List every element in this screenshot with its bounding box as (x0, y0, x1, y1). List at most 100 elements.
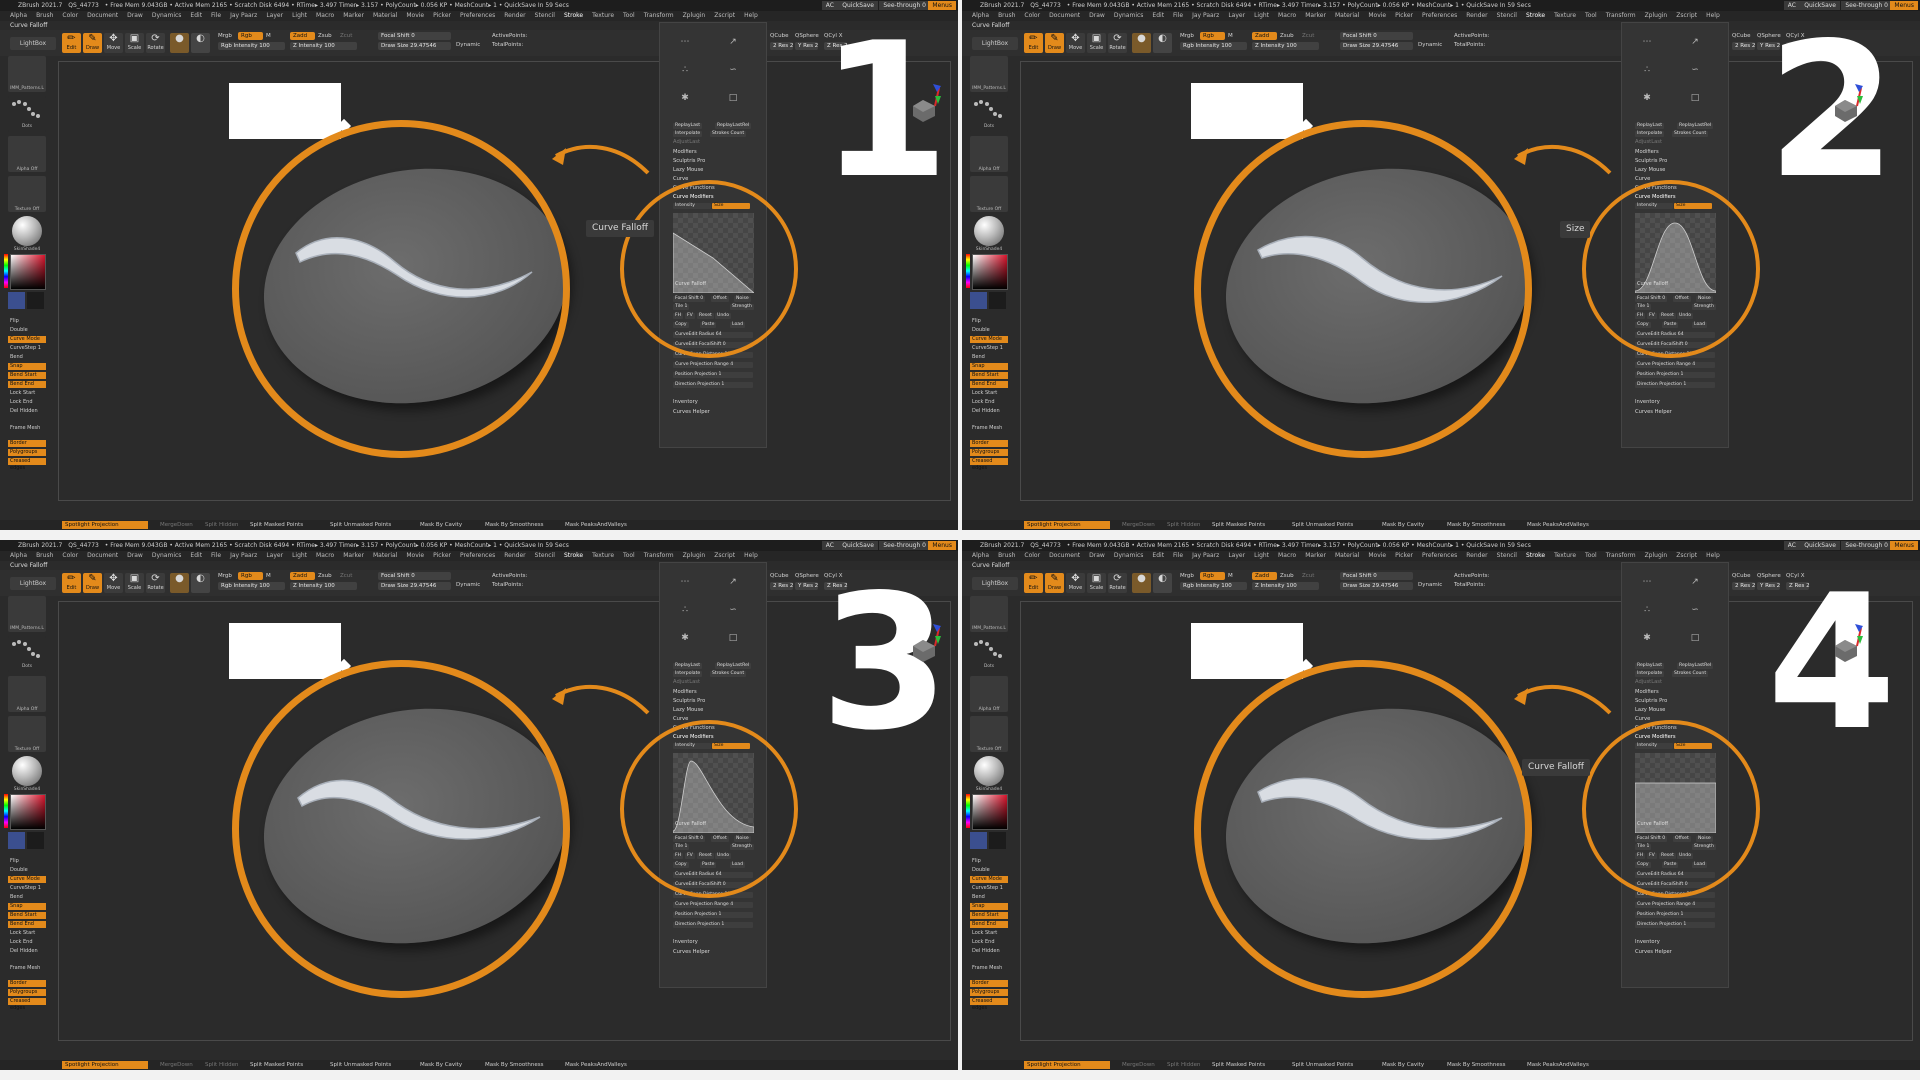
mergedown-button[interactable]: MergeDown (160, 520, 193, 530)
dragdot-icon[interactable]: □ (725, 631, 741, 645)
freehand-icon[interactable]: ∽ (725, 603, 741, 617)
mask-cavity-button[interactable]: Mask By Cavity (1382, 520, 1424, 530)
split-unmasked-button[interactable]: Split Unmasked Points (330, 1060, 391, 1070)
sculptris-pro-item[interactable]: Sculptris Pro (673, 158, 705, 164)
split-unmasked-button[interactable]: Split Unmasked Points (330, 520, 391, 530)
freehand-icon[interactable]: ∽ (1687, 603, 1703, 617)
mask-cavity-button[interactable]: Mask By Cavity (420, 520, 462, 530)
mask-cavity-button[interactable]: Mask By Cavity (1382, 1060, 1424, 1070)
mask-smoothness-button[interactable]: Mask By Smoothness (485, 520, 544, 530)
inventory-item[interactable]: Inventory (673, 939, 698, 945)
mask-peaks-button[interactable]: Mask PeaksAndValleys (1527, 520, 1589, 530)
spray-icon[interactable]: ∴ (1639, 603, 1655, 617)
curve-projection-range-slider[interactable]: Curve Projection Range 4 (673, 362, 753, 368)
navigation-gizmo[interactable] (905, 622, 941, 662)
lazy-mouse-item[interactable]: Lazy Mouse (1635, 707, 1665, 713)
sculptris-pro-item[interactable]: Sculptris Pro (673, 698, 705, 704)
curves-helper-item[interactable]: Curves Helper (1635, 409, 1672, 415)
replay-last-rel-button[interactable]: ReplayLastRel (1677, 663, 1714, 669)
spotlight-projection-button[interactable]: Spotlight Projection (1024, 521, 1110, 529)
mask-smoothness-button[interactable]: Mask By Smoothness (485, 1060, 544, 1070)
mergedown-button[interactable]: MergeDown (1122, 1060, 1155, 1070)
position-projection-slider[interactable]: Position Projection 1 (1635, 372, 1715, 378)
split-masked-button[interactable]: Split Masked Points (250, 1060, 303, 1070)
replay-last-button[interactable]: ReplayLast (673, 663, 703, 669)
replay-last-rel-button[interactable]: ReplayLastRel (1677, 123, 1714, 129)
mergedown-button[interactable]: MergeDown (160, 1060, 193, 1070)
inventory-item[interactable]: Inventory (673, 399, 698, 405)
split-hidden-button[interactable]: Split Hidden (1167, 520, 1200, 530)
mergedown-button[interactable]: MergeDown (1122, 520, 1155, 530)
position-projection-slider[interactable]: Position Projection 1 (673, 912, 753, 918)
interpolate-button[interactable]: Interpolate (1635, 131, 1665, 137)
mask-peaks-button[interactable]: Mask PeaksAndValleys (1527, 1060, 1589, 1070)
curves-helper-item[interactable]: Curves Helper (1635, 949, 1672, 955)
split-unmasked-button[interactable]: Split Unmasked Points (1292, 520, 1353, 530)
modifiers-item[interactable]: Modifiers (673, 689, 697, 695)
split-hidden-button[interactable]: Split Hidden (1167, 1060, 1200, 1070)
mask-cavity-button[interactable]: Mask By Cavity (420, 1060, 462, 1070)
strokes-count-slider[interactable]: Strokes Count (710, 131, 747, 137)
lazy-mouse-item[interactable]: Lazy Mouse (673, 707, 703, 713)
interpolate-button[interactable]: Interpolate (1635, 671, 1665, 677)
inventory-item[interactable]: Inventory (1635, 399, 1660, 405)
navigation-gizmo[interactable] (1827, 622, 1863, 662)
dots-icon[interactable]: ⋯ (1639, 575, 1655, 589)
mask-peaks-button[interactable]: Mask PeaksAndValleys (565, 520, 627, 530)
modifiers-item[interactable]: Modifiers (1635, 149, 1659, 155)
split-masked-button[interactable]: Split Masked Points (1212, 1060, 1265, 1070)
split-masked-button[interactable]: Split Masked Points (250, 520, 303, 530)
dots-icon[interactable]: ⋯ (1639, 35, 1655, 49)
direction-projection-slider[interactable]: Direction Projection 1 (673, 382, 753, 388)
color-spray-icon[interactable]: ✱ (677, 91, 693, 105)
adjustlast-label[interactable]: AdjustLast (1635, 139, 1662, 145)
adjustlast-label[interactable]: AdjustLast (673, 139, 700, 145)
color-spray-icon[interactable]: ✱ (677, 631, 693, 645)
strokes-count-slider[interactable]: Strokes Count (710, 671, 747, 677)
mask-smoothness-button[interactable]: Mask By Smoothness (1447, 1060, 1506, 1070)
dragrect-icon[interactable]: ↗ (725, 35, 741, 49)
position-projection-slider[interactable]: Position Projection 1 (1635, 912, 1715, 918)
inventory-item[interactable]: Inventory (1635, 939, 1660, 945)
curves-helper-item[interactable]: Curves Helper (673, 949, 710, 955)
replay-last-rel-button[interactable]: ReplayLastRel (715, 663, 752, 669)
adjustlast-label[interactable]: AdjustLast (673, 679, 700, 685)
navigation-gizmo[interactable] (1827, 82, 1863, 122)
replay-last-button[interactable]: ReplayLast (1635, 123, 1665, 129)
strokes-count-slider[interactable]: Strokes Count (1672, 131, 1709, 137)
modifiers-item[interactable]: Modifiers (673, 149, 697, 155)
adjustlast-label[interactable]: AdjustLast (1635, 679, 1662, 685)
color-spray-icon[interactable]: ✱ (1639, 631, 1655, 645)
curve-item[interactable]: Curve (673, 716, 688, 722)
lazy-mouse-item[interactable]: Lazy Mouse (673, 167, 703, 173)
sculptris-pro-item[interactable]: Sculptris Pro (1635, 158, 1667, 164)
dragrect-icon[interactable]: ↗ (1687, 35, 1703, 49)
dots-icon[interactable]: ⋯ (677, 35, 693, 49)
interpolate-button[interactable]: Interpolate (673, 131, 703, 137)
curve-projection-range-slider[interactable]: Curve Projection Range 4 (673, 902, 753, 908)
sculptris-pro-item[interactable]: Sculptris Pro (1635, 698, 1667, 704)
split-unmasked-button[interactable]: Split Unmasked Points (1292, 1060, 1353, 1070)
dots-icon[interactable]: ⋯ (677, 575, 693, 589)
strokes-count-slider[interactable]: Strokes Count (1672, 671, 1709, 677)
spray-icon[interactable]: ∴ (1639, 63, 1655, 77)
curve-item[interactable]: Curve (1635, 716, 1650, 722)
interpolate-button[interactable]: Interpolate (673, 671, 703, 677)
split-masked-button[interactable]: Split Masked Points (1212, 520, 1265, 530)
spray-icon[interactable]: ∴ (677, 603, 693, 617)
freehand-icon[interactable]: ∽ (1687, 63, 1703, 77)
freehand-icon[interactable]: ∽ (725, 63, 741, 77)
spotlight-projection-button[interactable]: Spotlight Projection (1024, 1061, 1110, 1069)
color-spray-icon[interactable]: ✱ (1639, 91, 1655, 105)
replay-last-button[interactable]: ReplayLast (1635, 663, 1665, 669)
curves-helper-item[interactable]: Curves Helper (673, 409, 710, 415)
dragdot-icon[interactable]: □ (1687, 91, 1703, 105)
split-hidden-button[interactable]: Split Hidden (205, 1060, 238, 1070)
dragdot-icon[interactable]: □ (1687, 631, 1703, 645)
modifiers-item[interactable]: Modifiers (1635, 689, 1659, 695)
mask-smoothness-button[interactable]: Mask By Smoothness (1447, 520, 1506, 530)
direction-projection-slider[interactable]: Direction Projection 1 (673, 922, 753, 928)
position-projection-slider[interactable]: Position Projection 1 (673, 372, 753, 378)
spray-icon[interactable]: ∴ (677, 63, 693, 77)
dragrect-icon[interactable]: ↗ (725, 575, 741, 589)
